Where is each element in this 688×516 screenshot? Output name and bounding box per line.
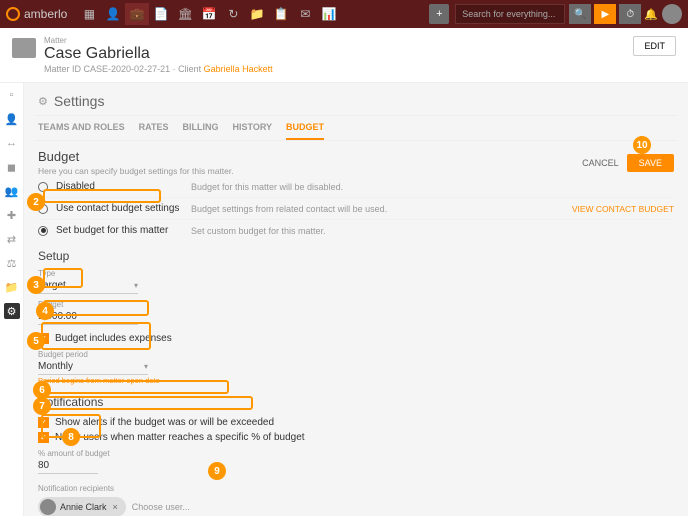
radio-contact-label: Use contact budget settings xyxy=(56,203,191,214)
add-button[interactable]: + xyxy=(429,4,449,24)
remove-recipient-icon[interactable]: × xyxy=(111,502,120,512)
step-3-badge: 3 xyxy=(27,276,45,294)
notify-pct-checkbox[interactable]: ✓ xyxy=(38,432,49,443)
step-5-badge: 5 xyxy=(27,332,45,350)
matter-subtitle: Matter ID CASE-2020-02-27-21 · Client Ga… xyxy=(44,64,273,74)
notifications-title: Notifications xyxy=(38,395,674,409)
search-placeholder-text: Search for everything... xyxy=(462,9,555,19)
show-alerts-label: Show alerts if the budget was or will be… xyxy=(55,417,274,428)
radio-disabled[interactable] xyxy=(38,182,48,192)
logo-icon xyxy=(6,7,20,21)
nav-grid-icon[interactable]: ▦ xyxy=(77,3,101,25)
timer-button[interactable]: ⏱ xyxy=(619,4,641,24)
recipients-label: Notification recipients xyxy=(38,484,674,493)
brand-logo[interactable]: amberlo xyxy=(6,7,67,21)
radio-contact-desc: Budget settings from related contact wil… xyxy=(191,204,572,214)
sidebar-plus-icon[interactable]: ✚ xyxy=(4,207,20,223)
period-hint: Period begins from matter open date xyxy=(38,376,674,385)
nav-calendar-icon[interactable]: 📅 xyxy=(197,3,221,25)
show-alerts-checkbox[interactable]: ✓ xyxy=(38,417,49,428)
cancel-button[interactable]: CANCEL xyxy=(582,158,619,168)
step-8-badge: 8 xyxy=(62,428,80,446)
sidebar-court-icon[interactable]: ⚖ xyxy=(4,255,20,271)
type-label: Type xyxy=(38,269,674,278)
budget-section-subtitle: Here you can specify budget settings for… xyxy=(38,166,234,176)
sidebar-folder-icon[interactable]: 📁 xyxy=(4,279,20,295)
nav-file-icon[interactable]: 📋 xyxy=(269,3,293,25)
edit-button[interactable]: EDIT xyxy=(633,36,676,56)
sidebar-info-icon[interactable]: ▫ xyxy=(4,87,20,103)
recipient-avatar xyxy=(40,499,56,515)
budget-amount-label: Budget xyxy=(38,300,674,309)
notify-pct-label: Notify users when matter reaches a speci… xyxy=(55,432,305,443)
play-button[interactable]: ▶ xyxy=(594,4,616,24)
step-7-badge: 7 xyxy=(33,397,51,415)
radio-disabled-desc: Budget for this matter will be disabled. xyxy=(191,182,674,192)
bell-icon[interactable]: 🔔 xyxy=(644,8,658,21)
tab-history[interactable]: HISTORY xyxy=(233,122,273,140)
pct-input[interactable]: 80 xyxy=(38,458,98,474)
budget-section-title: Budget xyxy=(38,149,234,164)
choose-user-input[interactable]: Choose user... xyxy=(132,502,190,512)
search-button[interactable]: 🔍 xyxy=(569,4,591,24)
recipient-name: Annie Clark xyxy=(60,502,107,512)
view-contact-budget-link[interactable]: VIEW CONTACT BUDGET xyxy=(572,204,674,214)
sidebar-settings-icon[interactable]: ⚙ xyxy=(4,303,20,319)
setup-title: Setup xyxy=(38,249,674,263)
nav-history-icon[interactable]: ↻ xyxy=(221,3,245,25)
step-9-badge: 9 xyxy=(208,462,226,480)
tab-rates[interactable]: RATES xyxy=(139,122,169,140)
settings-title: Settings xyxy=(54,93,105,109)
sidebar-people-icon[interactable]: 👥 xyxy=(4,183,20,199)
sidebar-share-icon[interactable]: ↔ xyxy=(4,135,20,151)
tab-budget[interactable]: BUDGET xyxy=(286,122,324,140)
nav-briefcase-icon[interactable]: 💼 xyxy=(125,3,149,25)
gear-icon: ⚙ xyxy=(38,95,48,108)
nav-court-icon[interactable]: 🏛 xyxy=(173,3,197,25)
brand-name: amberlo xyxy=(24,7,67,21)
radio-set-budget[interactable] xyxy=(38,226,48,236)
tab-teams[interactable]: TEAMS AND ROLES xyxy=(38,122,125,140)
step-10-badge: 10 xyxy=(633,136,651,154)
matter-label: Matter xyxy=(44,36,273,45)
nav-person-icon[interactable]: 👤 xyxy=(101,3,125,25)
nav-chart-icon[interactable]: 📊 xyxy=(317,3,341,25)
sidebar-person-icon[interactable]: 👤 xyxy=(4,111,20,127)
radio-set-budget-label: Set budget for this matter xyxy=(56,225,191,236)
matter-title: Case Gabriella xyxy=(44,45,273,63)
type-select[interactable]: Target▾ xyxy=(38,278,138,294)
tab-billing[interactable]: BILLING xyxy=(183,122,219,140)
client-link[interactable]: Gabriella Hackett xyxy=(204,64,273,74)
nav-mail-icon[interactable]: ✉ xyxy=(293,3,317,25)
radio-disabled-label: Disabled xyxy=(56,181,191,192)
search-input[interactable]: Search for everything... xyxy=(455,4,565,24)
radio-set-budget-desc: Set custom budget for this matter. xyxy=(191,226,674,236)
nav-folder-icon[interactable]: 📁 xyxy=(245,3,269,25)
period-select[interactable]: Monthly▾ xyxy=(38,359,148,375)
user-avatar[interactable] xyxy=(662,4,682,24)
sidebar-link-icon[interactable]: ⇄ xyxy=(4,231,20,247)
nav-doc-icon[interactable]: 📄 xyxy=(149,3,173,25)
pct-label: % amount of budget xyxy=(38,449,674,458)
step-4-badge: 4 xyxy=(36,302,54,320)
includes-expenses-label: Budget includes expenses xyxy=(55,333,172,344)
case-icon xyxy=(12,38,36,58)
save-button[interactable]: SAVE xyxy=(627,154,674,172)
period-label: Budget period xyxy=(38,350,674,359)
recipient-chip: Annie Clark × xyxy=(38,497,126,516)
step-2-badge: 2 xyxy=(27,193,45,211)
sidebar-box-icon[interactable]: ◼ xyxy=(4,159,20,175)
